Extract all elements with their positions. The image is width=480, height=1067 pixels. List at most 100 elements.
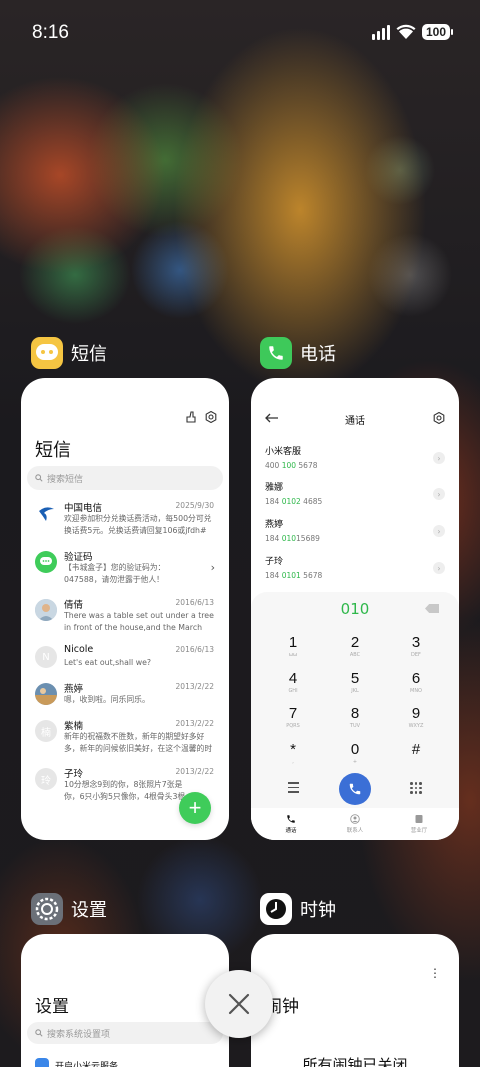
phone-header: 通话 bbox=[251, 408, 459, 428]
search-icon bbox=[35, 474, 43, 482]
app-label-text: 电话 bbox=[300, 344, 336, 365]
conversation-item[interactable]: 中国电信 2025/9/30 欢迎参加积分兑换话费活动，每500分可兑换话费5元… bbox=[21, 500, 229, 546]
dial-key-9[interactable]: 9 WXYZ bbox=[396, 705, 436, 729]
conversation-date: 2013/2/22 bbox=[175, 767, 214, 776]
chevron-right-icon[interactable]: › bbox=[433, 488, 445, 500]
conversation-date: 2013/2/22 bbox=[175, 719, 214, 728]
phone-app-icon bbox=[260, 337, 292, 369]
chevron-right-icon[interactable]: › bbox=[433, 452, 445, 464]
dial-key-3[interactable]: 3 DEF bbox=[396, 634, 436, 658]
avatar bbox=[35, 599, 57, 621]
clock-app-icon bbox=[260, 893, 292, 925]
call-button[interactable] bbox=[339, 773, 371, 805]
avatar: N bbox=[35, 646, 57, 668]
dial-key-5[interactable]: 5 JKL bbox=[335, 670, 375, 694]
dial-key-8[interactable]: 8 TUV bbox=[335, 705, 375, 729]
new-message-button[interactable]: + bbox=[179, 792, 211, 824]
conversation-snippet: Let's eat out,shall we? bbox=[64, 658, 152, 667]
contact-name: 子玲 bbox=[265, 557, 284, 567]
avatar: 玲 bbox=[35, 768, 57, 790]
contact-row[interactable]: 雅娜 184 0102 4685 › bbox=[265, 480, 445, 514]
dial-key-2[interactable]: 2 ABC bbox=[335, 634, 375, 658]
phone-app-card[interactable]: 通话 小米客服 400 100 5678 › 雅娜 184 0102 4685 … bbox=[251, 378, 459, 840]
dial-key-0[interactable]: 0 + bbox=[335, 741, 375, 765]
messages-app-card[interactable]: 短信 搜索短信 中国电信 2025/9/30 欢迎参加积分兑换话费活动，每500… bbox=[21, 378, 229, 840]
tab-calls[interactable]: 通话 bbox=[271, 814, 311, 834]
app-label-messages[interactable]: 短信 bbox=[31, 337, 107, 369]
messages-toolbar bbox=[185, 411, 217, 423]
close-icon bbox=[228, 993, 250, 1015]
contact-number: 184 01015689 bbox=[265, 534, 320, 543]
dial-key-hash[interactable]: # bbox=[396, 741, 436, 759]
dialpad: 010 1 ωω 2 ABC 3 DEF 4 GHI 5 JKL 6 MNO 7 PQRS 8… bbox=[251, 592, 459, 840]
app-label-text: 设置 bbox=[71, 900, 107, 921]
dial-key-1[interactable]: 1 ωω bbox=[273, 634, 313, 658]
contact-name: 燕婷 bbox=[265, 520, 284, 530]
message-bubble-icon bbox=[35, 551, 57, 573]
signal-icon bbox=[371, 24, 390, 40]
page-title: 短信 bbox=[35, 440, 71, 461]
conversation-snippet: There was a table set out under a tree i… bbox=[64, 611, 214, 632]
phone-icon bbox=[287, 815, 295, 823]
dial-key-7[interactable]: 7 PQRS bbox=[273, 705, 313, 729]
conversation-snippet: 【韦城盒子】您的验证码为：047588，请勿泄露于他人！ bbox=[64, 563, 166, 584]
tab-contacts[interactable]: 联系人 bbox=[335, 814, 375, 834]
clean-icon[interactable] bbox=[185, 411, 197, 423]
conversation-item[interactable]: 验证码 【韦城盒子】您的验证码为：047588，请勿泄露于他人！ › bbox=[21, 549, 229, 595]
conversation-snippet: 10分想念9到的你，8张照片7张是你，6只小狗5只像你，4根骨头3根白你，2爪都… bbox=[64, 780, 186, 801]
conversation-name: 紫楠 bbox=[64, 721, 84, 732]
chevron-right-icon: › bbox=[210, 561, 215, 574]
search-input[interactable]: 搜索短信 bbox=[27, 466, 223, 490]
settings-icon[interactable] bbox=[205, 411, 217, 423]
conversation-name: Nicole bbox=[64, 644, 94, 655]
conversation-item[interactable]: 楠 紫楠 2013/2/22 新年的祝福数不胜数，新年的期望好多好多，新年的问候… bbox=[21, 718, 229, 764]
contact-number: 184 0102 4685 bbox=[265, 497, 323, 506]
clear-all-button[interactable] bbox=[205, 970, 273, 1038]
chevron-right-icon[interactable]: › bbox=[433, 562, 445, 574]
page-title: 设置 bbox=[35, 997, 69, 1017]
clock-app-card[interactable]: ⋮ 闹钟 所有闹钟已关闭 bbox=[251, 934, 459, 1067]
app-label-text: 时钟 bbox=[300, 900, 336, 921]
contact-row[interactable]: 燕婷 184 01015689 › bbox=[265, 517, 445, 551]
conversation-item[interactable]: 倩倩 2016/6/13 There was a table set out u… bbox=[21, 597, 229, 643]
conversation-date: 2025/9/30 bbox=[175, 501, 214, 510]
app-label-text: 短信 bbox=[71, 344, 107, 365]
conversation-name: 燕婷 bbox=[64, 684, 84, 695]
contact-number: 400 100 5678 bbox=[265, 461, 318, 470]
chevron-right-icon[interactable]: › bbox=[433, 525, 445, 537]
app-label-clock[interactable]: 时钟 bbox=[260, 893, 336, 925]
avatar bbox=[35, 683, 57, 705]
conversation-name: 验证码 bbox=[64, 552, 93, 563]
telecom-logo-icon bbox=[35, 502, 57, 524]
bottom-tab-bar: 通话 联系人 营业厅 bbox=[251, 808, 459, 840]
conversation-name: 中国电信 bbox=[64, 503, 103, 514]
tab-business-hall[interactable]: 营业厅 bbox=[399, 814, 439, 834]
menu-icon[interactable] bbox=[288, 782, 299, 796]
search-input[interactable]: 搜索系统设置项 bbox=[27, 1022, 223, 1044]
search-icon bbox=[35, 1029, 43, 1037]
app-label-settings[interactable]: 设置 bbox=[31, 893, 107, 925]
contact-name: 小米客服 bbox=[265, 447, 302, 457]
conversation-name: 倩倩 bbox=[64, 600, 84, 611]
conversation-date: 2016/6/13 bbox=[175, 645, 214, 654]
store-icon bbox=[415, 815, 423, 823]
app-label-phone[interactable]: 电话 bbox=[260, 337, 336, 369]
settings-app-card[interactable]: 设置 搜索系统设置项 开启小米云服务 bbox=[21, 934, 229, 1067]
dial-key-6[interactable]: 6 MNO bbox=[396, 670, 436, 694]
dial-key-4[interactable]: 4 GHI bbox=[273, 670, 313, 694]
dial-key-star[interactable]: *, bbox=[273, 741, 313, 765]
search-placeholder: 搜索系统设置项 bbox=[47, 1029, 111, 1040]
keypad-grid-icon[interactable] bbox=[410, 782, 422, 794]
conversation-date: 2013/2/22 bbox=[175, 682, 214, 691]
settings-item-cloud[interactable]: 开启小米云服务 bbox=[35, 1058, 118, 1067]
search-placeholder: 搜索短信 bbox=[47, 474, 84, 485]
status-icons: 100 bbox=[371, 24, 454, 40]
status-time: 8:16 bbox=[32, 22, 69, 43]
contact-number: 184 0101 5678 bbox=[265, 571, 323, 580]
contact-row[interactable]: 子玲 184 0101 5678 › bbox=[265, 554, 445, 588]
settings-icon[interactable] bbox=[433, 412, 445, 424]
conversation-date: 2016/6/13 bbox=[175, 598, 214, 607]
more-icon[interactable]: ⋮ bbox=[429, 966, 441, 980]
contact-row[interactable]: 小米客服 400 100 5678 › bbox=[265, 444, 445, 478]
conversation-snippet: 新年的祝福数不胜数，新年的期望好多好多，新年的问候依旧美好，在这个温馨的时刻，.… bbox=[64, 732, 213, 753]
